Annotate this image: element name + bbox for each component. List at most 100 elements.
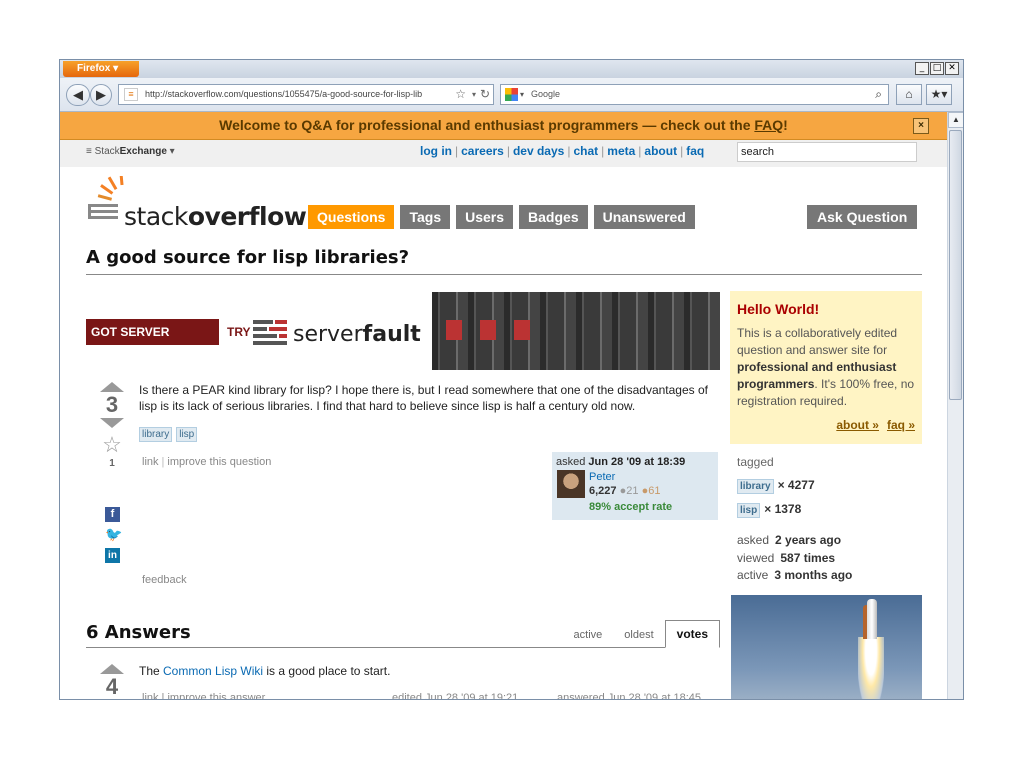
title-bar: Firefox ▾ _ □ ✕ [60,60,963,78]
hello-world-box: Hello World! This is a collaboratively e… [730,291,922,444]
vertical-scrollbar[interactable]: ▲ [947,112,963,699]
tab-votes[interactable]: votes [664,620,720,648]
sidebar-tag-lisp[interactable]: lisp [737,503,761,518]
firefox-menu-button[interactable]: Firefox ▾ [63,61,139,77]
bookmarks-button[interactable]: ★▾ [926,84,952,105]
main-nav: Questions Tags Users Badges Unanswered [308,205,695,229]
shuttle-launch-image[interactable] [731,595,922,699]
faq-link[interactable]: faq [686,144,704,158]
url-bar[interactable]: ≡ http://stackoverflow.com/questions/105… [118,84,494,105]
chat-link[interactable]: chat [573,144,598,158]
site-search-input[interactable] [737,142,917,162]
stackexchange-icon: ≡ [86,146,92,157]
forward-arrow-icon: ▶ [96,87,106,102]
hello-links: about » faq » [828,418,915,432]
asked-time: asked Jun 28 '09 at 18:39 [556,456,686,468]
tab-active[interactable]: active [563,620,614,648]
twitter-icon[interactable]: 🐦 [105,527,122,542]
question-link[interactable]: link [142,456,159,468]
server-racks-image [432,292,720,370]
notify-bar: Welcome to Q&A for professional and enth… [60,112,947,140]
feedback-link[interactable]: feedback [142,574,187,586]
avatar[interactable] [557,470,585,498]
meta-link[interactable]: meta [607,144,635,158]
stack-logo-icon [88,176,124,219]
asker-user-card: asked Jun 28 '09 at 18:39 Peter 6,227 ●2… [552,452,718,520]
nav-users[interactable]: Users [456,205,514,229]
about-link[interactable]: about [644,144,677,158]
home-icon: ⌂ [905,87,913,101]
notify-faq-link[interactable]: FAQ [754,117,783,133]
facebook-icon[interactable]: f [105,507,120,522]
bookmark-star-icon[interactable]: ☆ [455,85,466,104]
site-logo[interactable]: stackoverflow [86,176,307,236]
tag-count: × 4277 [777,478,815,492]
reload-icon[interactable]: ↻ [480,85,490,104]
forward-button[interactable]: ▶ [90,84,112,106]
ask-question-button[interactable]: Ask Question [807,205,918,229]
tab-oldest[interactable]: oldest [613,620,664,648]
vote-down-icon[interactable] [100,418,124,428]
logo-text: stackoverflow [124,202,307,231]
hello-text: This is a collaboratively edited questio… [737,326,915,408]
scroll-thumb[interactable] [949,130,962,400]
red-rack-light [446,320,462,340]
home-button[interactable]: ⌂ [896,84,922,105]
question-actions: link | improve this question [142,456,272,468]
question-title[interactable]: A good source for lisp libraries? [86,247,922,275]
answer-action-links[interactable]: link | improve this answer [142,692,265,699]
hello-title: Hello World! [737,301,820,317]
top-bar: ≡ StackExchange ▾ log in | careers | dev day… [60,140,947,167]
page-content: Welcome to Q&A for professional and enth… [60,112,947,700]
sidebar-tagged-label: tagged [737,455,774,469]
question-vote-cell: 3 ☆ 1 [92,382,132,469]
careers-link[interactable]: careers [461,144,504,158]
user-name-link[interactable]: Peter [589,471,615,483]
user-reputation: 6,227 ●21 ●61 [589,485,661,497]
serverfault-ad[interactable]: GOT SERVER QUESTIONS? TRY serverfault [86,292,720,370]
back-arrow-icon: ◀ [73,87,83,102]
minimize-button[interactable]: _ [915,62,929,75]
engine-dropdown-icon[interactable]: ▾ [520,85,524,104]
tag-library[interactable]: library [139,427,173,442]
nav-unanswered[interactable]: Unanswered [593,205,695,229]
linkedin-icon[interactable]: in [105,548,120,563]
url-dropdown-icon[interactable]: ▾ [472,85,476,104]
common-lisp-wiki-link[interactable]: Common Lisp Wiki [163,664,263,678]
stat-viewed: viewed 587 times [737,550,836,565]
vote-up-icon[interactable] [100,664,124,674]
answer-edited[interactable]: edited Jun 28 '09 at 19:21 [392,692,518,699]
scroll-up-icon[interactable]: ▲ [948,112,963,128]
accept-rate: 89% accept rate [589,501,673,513]
notify-close-button[interactable]: × [913,118,929,134]
red-rack-light [514,320,530,340]
about-more-link[interactable]: about » [836,418,879,432]
network-bold: Exchange [119,146,167,157]
dev-days-link[interactable]: dev days [513,144,564,158]
sidebar-tag-library[interactable]: library [737,479,774,494]
nav-tags[interactable]: Tags [400,205,451,229]
maximize-button[interactable]: □ [930,62,944,75]
shuttle [867,599,877,639]
question-stats: asked 2 years ago viewed 587 times active 3… [737,532,852,585]
faq-more-link[interactable]: faq » [887,418,915,432]
google-logo-icon [505,88,518,101]
nav-badges[interactable]: Badges [519,205,588,229]
answer-answered: answered Jun 28 '09 at 18:45 [557,692,701,700]
search-bar[interactable]: ▾ Google ⌕ [500,84,889,105]
question-vote-count: 3 [105,392,119,417]
nav-questions[interactable]: Questions [308,205,395,229]
back-button[interactable]: ◀ [66,84,90,106]
stackexchange-menu[interactable]: ≡ StackExchange ▾ [86,146,175,157]
vote-up-icon[interactable] [100,382,124,392]
tag-lisp[interactable]: lisp [176,427,198,442]
answers-count: 6 Answers [86,622,191,643]
close-window-button[interactable]: ✕ [945,62,959,75]
answer-vote-count: 4 [105,674,119,699]
notify-text-end: ! [783,117,788,133]
favorite-star-icon[interactable]: ☆ [92,432,132,458]
stat-active: active 3 months ago [737,568,853,582]
improve-question-link[interactable]: improve this question [167,456,271,468]
search-icon[interactable]: ⌕ [875,85,882,104]
login-link[interactable]: log in [420,144,452,158]
